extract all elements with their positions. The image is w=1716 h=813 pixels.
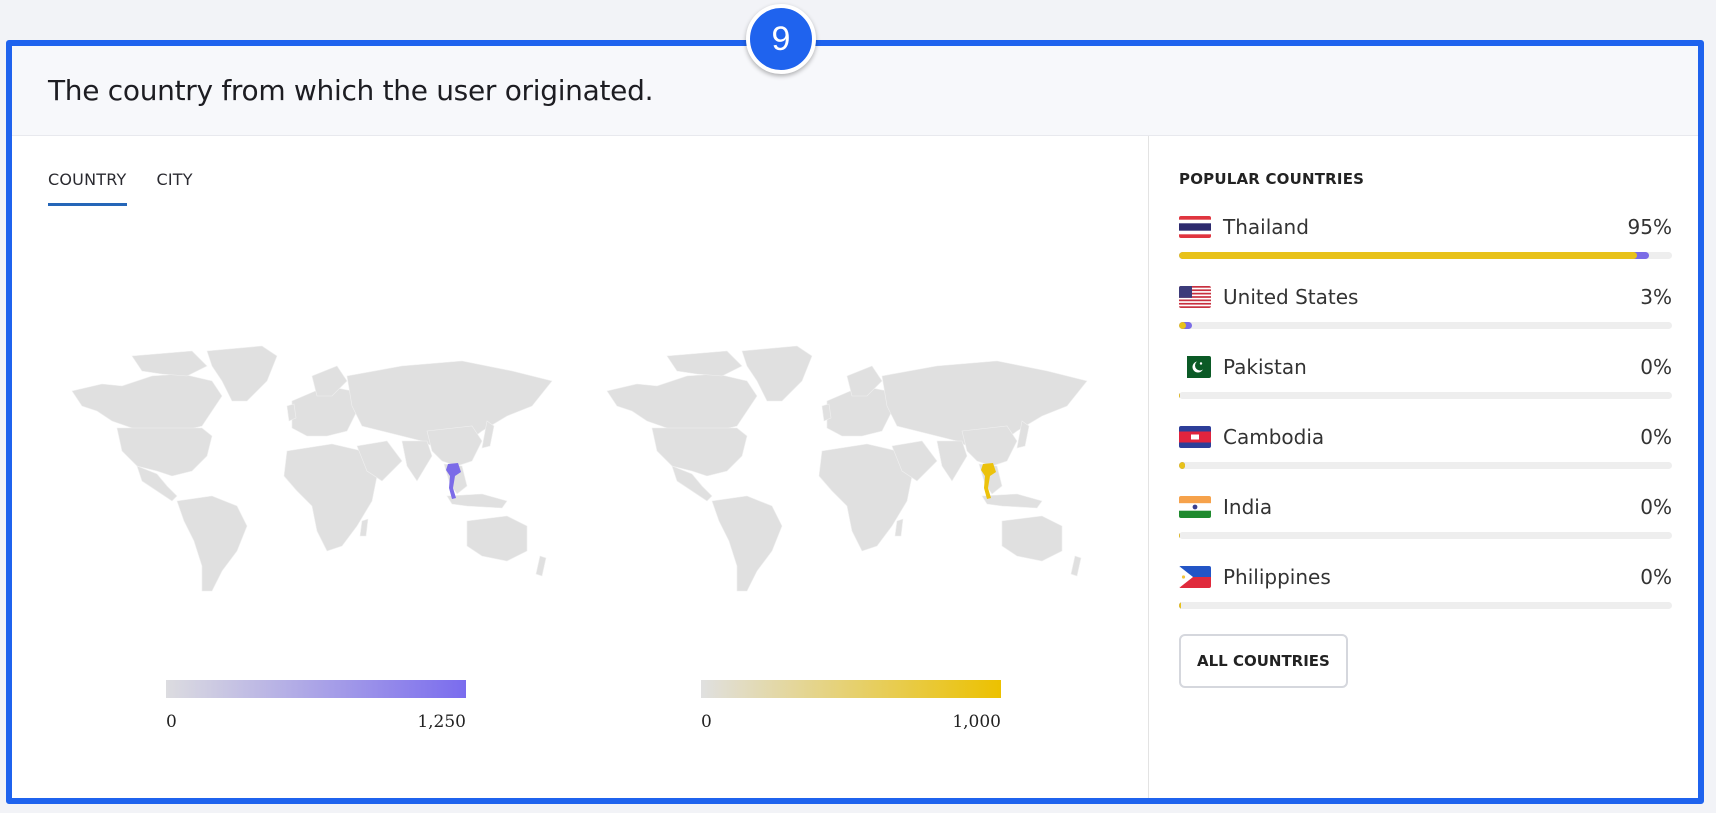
land-india [936, 440, 968, 482]
land-indonesia [446, 493, 508, 509]
country-item: United States 3% [1179, 284, 1672, 354]
country-name: Thailand [1223, 215, 1309, 239]
primary-segment [1179, 252, 1638, 259]
country-item: Cambodia 0% [1179, 424, 1672, 494]
card-header: The country from which the user originat… [12, 46, 1698, 136]
step-badge: 9 [746, 4, 816, 74]
country-name: Philippines [1223, 565, 1331, 589]
country-percent: 0% [1640, 355, 1672, 379]
legend-gradient-bar [701, 680, 1001, 698]
country-item: Pakistan 0% [1179, 354, 1672, 424]
land-madagascar [359, 518, 369, 537]
land-canada-islands [131, 350, 208, 377]
country-item: Philippines 0% [1179, 564, 1672, 634]
india-flag-icon [1179, 496, 1211, 518]
tab-bar: COUNTRY CITY [48, 170, 193, 206]
country-progress-bar [1179, 322, 1672, 329]
country-name: Pakistan [1223, 355, 1307, 379]
land-new-zealand [1070, 555, 1082, 577]
tab-country[interactable]: COUNTRY [48, 170, 127, 206]
land-uk [821, 403, 832, 422]
legend-min-label: 0 [166, 712, 177, 732]
philippines-flag-icon [1179, 566, 1211, 588]
country-progress-bar [1179, 602, 1672, 609]
land-usa [651, 427, 748, 477]
legend-gradient-bar [166, 680, 466, 698]
country-item: India 0% [1179, 494, 1672, 564]
legend-max-label: 1,000 [952, 712, 1001, 732]
land-uk [286, 403, 297, 422]
country-name: United States [1223, 285, 1359, 309]
land-south-america [711, 495, 783, 592]
legend-min-label: 0 [701, 712, 712, 732]
country-progress-bar [1179, 392, 1672, 399]
pakistan-flag-icon [1179, 356, 1211, 378]
land-alaska-canada [606, 373, 758, 432]
land-madagascar [894, 518, 904, 537]
cambodia-flag-icon [1179, 426, 1211, 448]
popular-countries-title: POPULAR COUNTRIES [1179, 170, 1365, 188]
legend-yellow: 0 1,000 [701, 680, 1001, 732]
tab-city[interactable]: CITY [157, 170, 193, 206]
world-map-purple[interactable] [62, 336, 562, 596]
map-panel: COUNTRY CITY 0 1,250 0 1,000 [12, 136, 1149, 798]
us-flag-icon [1179, 286, 1211, 308]
land-indonesia [981, 493, 1043, 509]
legend-max-label: 1,250 [417, 712, 466, 732]
land-australia [1001, 515, 1063, 562]
land-india [401, 440, 433, 482]
country-percent: 0% [1640, 425, 1672, 449]
primary-segment [1179, 532, 1181, 539]
country-name: Cambodia [1223, 425, 1325, 449]
country-percent: 3% [1640, 285, 1672, 309]
country-progress-bar [1179, 252, 1672, 259]
primary-segment [1179, 462, 1185, 469]
country-item: Thailand 95% [1179, 214, 1672, 284]
land-australia [466, 515, 528, 562]
country-progress-bar [1179, 462, 1672, 469]
land-alaska-canada [71, 373, 223, 432]
card-title: The country from which the user originat… [48, 74, 654, 107]
land-new-zealand [535, 555, 547, 577]
legend-purple: 0 1,250 [166, 680, 466, 732]
all-countries-button[interactable]: ALL COUNTRIES [1179, 634, 1348, 688]
primary-segment [1179, 602, 1181, 609]
land-china-sea [961, 425, 1018, 467]
country-name: India [1223, 495, 1273, 519]
country-card: The country from which the user originat… [6, 40, 1704, 804]
world-map-yellow[interactable] [597, 336, 1097, 596]
land-usa [116, 427, 213, 477]
country-percent: 95% [1627, 215, 1672, 239]
country-progress-bar [1179, 532, 1672, 539]
land-canada-islands [666, 350, 743, 377]
popular-countries-panel: POPULAR COUNTRIES Thailand 95% United Stat… [1149, 136, 1698, 798]
land-china-sea [426, 425, 483, 467]
thailand-flag-icon [1179, 216, 1211, 238]
land-south-america [176, 495, 248, 592]
country-percent: 0% [1640, 565, 1672, 589]
primary-segment [1179, 392, 1181, 399]
country-percent: 0% [1640, 495, 1672, 519]
